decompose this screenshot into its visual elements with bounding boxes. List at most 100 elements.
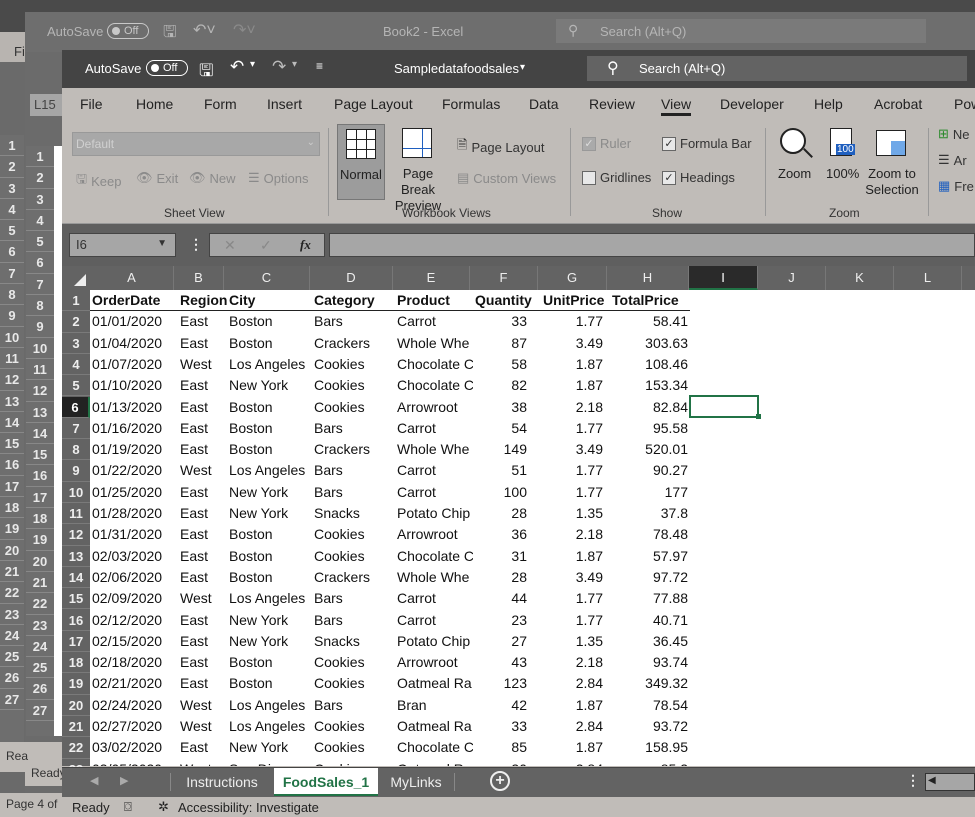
table-cell[interactable]: East: [180, 397, 228, 418]
column-header-e[interactable]: E: [393, 266, 470, 290]
sheet-view-dropdown[interactable]: Default ⌄: [72, 132, 320, 156]
table-cell[interactable]: Cookies: [314, 716, 396, 737]
table-cell[interactable]: Oatmeal Ra: [397, 716, 473, 737]
book2-save-icon[interactable]: 🖫: [163, 21, 177, 48]
tab-power[interactable]: Pow: [954, 96, 975, 112]
keep-button[interactable]: 🖫 Keep: [76, 170, 121, 192]
headings-checkbox[interactable]: ✓ Headings: [662, 170, 735, 185]
column-title[interactable]: Product: [397, 290, 473, 311]
table-cell[interactable]: Potato Chip: [397, 631, 473, 652]
column-title[interactable]: OrderDate: [92, 290, 178, 311]
table-cell[interactable]: 3.49: [543, 567, 609, 588]
save-icon[interactable]: 🖫: [199, 58, 213, 87]
table-cell[interactable]: 1.77: [543, 311, 609, 332]
tab-view[interactable]: View: [661, 96, 692, 116]
table-cell[interactable]: 158.95: [612, 737, 690, 758]
table-cell[interactable]: East: [180, 610, 228, 631]
sheet-tab-instructions[interactable]: Instructions: [172, 768, 272, 796]
ruler-checkbox[interactable]: ✓ Ruler: [582, 136, 631, 151]
table-cell[interactable]: 02/18/2020: [92, 652, 178, 673]
table-cell[interactable]: West: [180, 354, 228, 375]
fill-handle[interactable]: [756, 414, 761, 419]
table-cell[interactable]: 108.46: [612, 354, 690, 375]
table-cell[interactable]: West: [180, 460, 228, 481]
table-cell[interactable]: Arrowroot: [397, 652, 473, 673]
row-header-5[interactable]: 5: [62, 375, 90, 397]
table-cell[interactable]: East: [180, 503, 228, 524]
table-cell[interactable]: 58: [475, 354, 533, 375]
table-cell[interactable]: New York: [229, 610, 313, 631]
file-name[interactable]: Sampledatafoodsales: [394, 61, 519, 76]
table-cell[interactable]: West: [180, 695, 228, 716]
table-cell[interactable]: 30: [475, 759, 533, 766]
row-header-4[interactable]: 4: [62, 354, 90, 376]
row-header-10[interactable]: 10: [62, 482, 90, 503]
table-cell[interactable]: East: [180, 311, 228, 332]
custom-views-button[interactable]: ▤ Custom Views: [457, 170, 556, 186]
zoom-to-selection-button[interactable]: Zoom to Selection: [862, 124, 922, 204]
table-cell[interactable]: Los Angeles: [229, 716, 313, 737]
horizontal-scrollbar[interactable]: ◀: [925, 773, 975, 791]
table-cell[interactable]: New York: [229, 482, 313, 503]
table-cell[interactable]: 97.72: [612, 567, 690, 588]
accessibility-status[interactable]: Accessibility: Investigate: [178, 800, 319, 815]
row-header-8[interactable]: 8: [62, 439, 90, 461]
table-cell[interactable]: Arrowroot: [397, 397, 473, 418]
table-cell[interactable]: Carrot: [397, 610, 473, 631]
table-cell[interactable]: 40.71: [612, 610, 690, 631]
table-cell[interactable]: 27: [475, 631, 533, 652]
table-cell[interactable]: Arrowroot: [397, 524, 473, 545]
book2-name-box[interactable]: L15: [30, 94, 62, 116]
table-cell[interactable]: New York: [229, 503, 313, 524]
table-cell[interactable]: New York: [229, 375, 313, 396]
table-cell[interactable]: 1.77: [543, 418, 609, 439]
zoom-100-button[interactable]: 100 100%: [820, 124, 864, 200]
table-cell[interactable]: 78.48: [612, 524, 690, 545]
options-button[interactable]: ☰ Options: [248, 170, 308, 186]
column-title[interactable]: City: [229, 290, 313, 311]
row-header-18[interactable]: 18: [62, 652, 90, 674]
row-header-6[interactable]: 6: [62, 396, 90, 418]
table-cell[interactable]: Boston: [229, 397, 313, 418]
undo-dropdown-icon[interactable]: ▾: [250, 59, 255, 70]
column-header-h[interactable]: H: [607, 266, 689, 290]
table-cell[interactable]: New York: [229, 631, 313, 652]
sheet-tab-mylinks[interactable]: MyLinks: [380, 768, 452, 796]
filename-dropdown-icon[interactable]: ▾: [520, 62, 525, 73]
table-cell[interactable]: 58.41: [612, 311, 690, 332]
table-cell[interactable]: Boston: [229, 567, 313, 588]
table-cell[interactable]: 33: [475, 716, 533, 737]
row-header-13[interactable]: 13: [62, 546, 90, 567]
table-cell[interactable]: Boston: [229, 311, 313, 332]
table-cell[interactable]: 43: [475, 652, 533, 673]
table-cell[interactable]: 03/02/2020: [92, 737, 178, 758]
table-cell[interactable]: Boston: [229, 439, 313, 460]
column-header-c[interactable]: C: [224, 266, 310, 290]
table-cell[interactable]: Potato Chip: [397, 503, 473, 524]
table-cell[interactable]: 01/25/2020: [92, 482, 178, 503]
table-cell[interactable]: 177: [612, 482, 690, 503]
search-box[interactable]: ⚲ Search (Alt+Q): [587, 56, 967, 81]
row-header-15[interactable]: 15: [62, 588, 90, 610]
table-cell[interactable]: East: [180, 439, 228, 460]
table-cell[interactable]: 1.35: [543, 631, 609, 652]
book2-undo-icon[interactable]: ↶˅: [193, 20, 216, 40]
customize-qat-icon[interactable]: ≡: [316, 59, 323, 73]
name-box-dropdown-icon[interactable]: ▼: [157, 238, 167, 249]
table-cell[interactable]: 2.18: [543, 397, 609, 418]
table-cell[interactable]: 28: [475, 567, 533, 588]
row-header-16[interactable]: 16: [62, 610, 90, 631]
table-cell[interactable]: East: [180, 546, 228, 567]
row-header-1[interactable]: 1: [62, 290, 90, 312]
table-cell[interactable]: West: [180, 716, 228, 737]
autosave-toggle[interactable]: Off: [146, 60, 188, 76]
table-cell[interactable]: East: [180, 673, 228, 694]
page-layout-view-button[interactable]: 🗎 Page Layout: [457, 136, 544, 158]
table-cell[interactable]: 42: [475, 695, 533, 716]
row-header-21[interactable]: 21: [62, 716, 90, 738]
table-cell[interactable]: 1.77: [543, 482, 609, 503]
table-cell[interactable]: 01/04/2020: [92, 333, 178, 354]
table-cell[interactable]: 153.34: [612, 375, 690, 396]
exit-button[interactable]: 👁 Exit: [136, 170, 178, 186]
column-header-f[interactable]: F: [470, 266, 538, 290]
